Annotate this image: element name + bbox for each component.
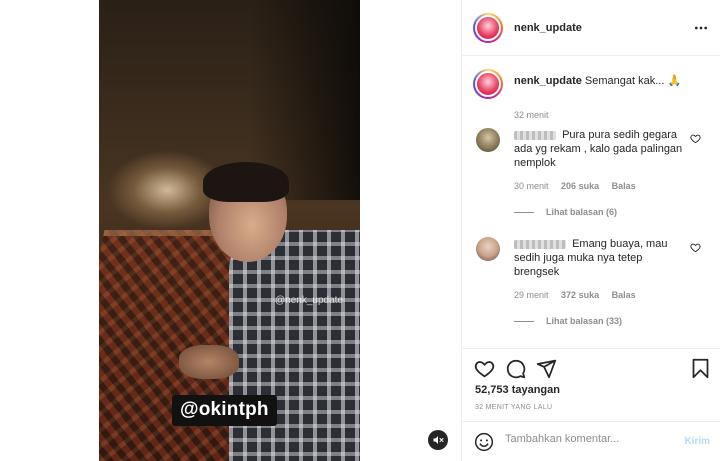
post-timestamp[interactable]: 32 MENIT YANG LALU (475, 404, 552, 411)
caption-body: Semangat kak... 🙏 (584, 75, 682, 87)
person-shirt (229, 230, 360, 461)
mention-sticker: @okintph (172, 395, 277, 426)
comment-icon[interactable] (505, 358, 526, 379)
view-count[interactable]: 52,753 tayangan (475, 384, 560, 396)
video-watermark: @nenk_update (275, 295, 343, 306)
commenter-avatar[interactable] (476, 128, 500, 152)
view-replies-button[interactable]: Lihat balasan (33) (514, 316, 622, 326)
bookmark-icon[interactable] (690, 358, 711, 379)
comment-input[interactable] (505, 433, 665, 445)
comment-likes[interactable]: 206 suka (561, 181, 599, 191)
caption-username[interactable]: nenk_update (514, 75, 582, 87)
view-replies-button[interactable]: Lihat balasan (6) (514, 207, 617, 217)
post-actions: 52,753 tayangan 32 MENIT YANG LALU (462, 348, 720, 421)
media-panel: @nenk_update @okintph (0, 0, 461, 461)
post-header: nenk_update (462, 0, 720, 56)
speaker-muted-icon (433, 436, 444, 444)
mute-button[interactable] (428, 430, 448, 450)
emoji-icon[interactable] (474, 432, 494, 452)
replies-divider (514, 211, 534, 213)
post-details-panel: nenk_update nenk_update Semangat kak... … (461, 0, 720, 461)
person-hair (203, 162, 289, 202)
caption-text: nenk_update Semangat kak... 🙏 (514, 74, 709, 88)
more-options-icon[interactable] (693, 20, 709, 36)
author-username[interactable]: nenk_update (514, 22, 582, 34)
comment-text: Pura pura sedih gegara ada yg rekam , ka… (514, 128, 686, 170)
commenter-username-blurred[interactable] (514, 239, 566, 249)
heart-icon[interactable] (474, 358, 495, 379)
view-replies-label: Lihat balasan (33) (546, 316, 623, 326)
reply-button[interactable]: Balas (612, 181, 636, 191)
caption-timestamp[interactable]: 32 menit (514, 110, 549, 120)
post-comment-button[interactable]: Kirim (684, 436, 710, 447)
commenter-username-blurred[interactable] (514, 130, 556, 140)
comment-likes[interactable]: 372 suka (561, 290, 599, 300)
commenter-avatar[interactable] (476, 237, 500, 261)
comment-meta: 30 menit 206 suka Balas (514, 181, 646, 191)
share-icon[interactable] (536, 358, 557, 379)
comment-meta: 29 menit 372 suka Balas (514, 290, 646, 300)
like-comment-icon[interactable] (690, 133, 701, 144)
comment-text: Emang buaya, mau sedih juga muka nya tet… (514, 237, 686, 279)
person-hand (179, 345, 239, 379)
video-player[interactable]: @nenk_update @okintph (99, 0, 360, 461)
comments-list[interactable]: nenk_update Semangat kak... 🙏 32 menit P… (462, 57, 720, 347)
comment-time[interactable]: 30 menit (514, 181, 549, 191)
caption-avatar[interactable] (473, 69, 503, 99)
comment-composer: Kirim (462, 421, 720, 461)
author-avatar[interactable] (473, 12, 503, 43)
reply-button[interactable]: Balas (612, 290, 636, 300)
comment-time[interactable]: 29 menit (514, 290, 549, 300)
view-replies-label: Lihat balasan (6) (546, 207, 618, 217)
replies-divider (514, 320, 534, 322)
like-comment-icon[interactable] (690, 242, 701, 253)
